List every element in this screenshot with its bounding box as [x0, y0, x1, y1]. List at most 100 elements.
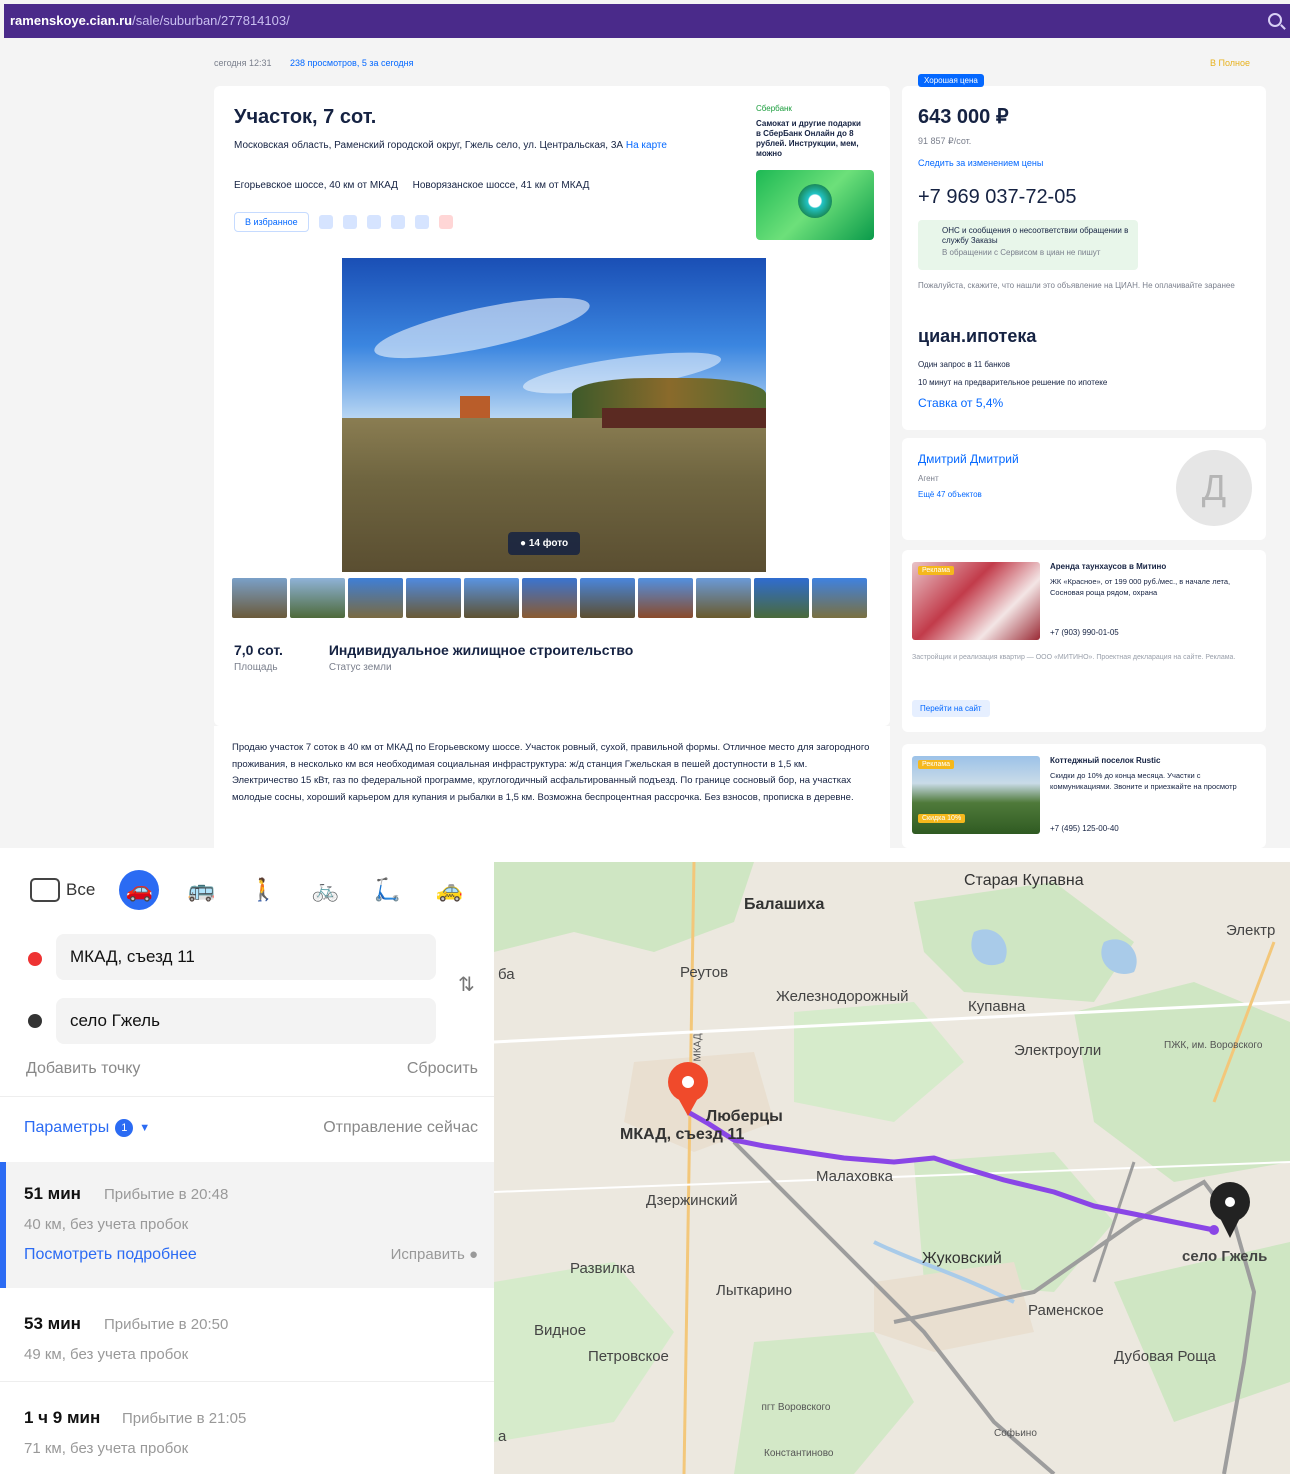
bank-ad-image	[756, 170, 874, 240]
compare-icon[interactable]	[390, 215, 405, 229]
route-option[interactable]: 1 ч 9 мин Прибытие в 21:05 71 км, без уч…	[0, 1386, 494, 1474]
route-time: 51 мин	[24, 1184, 81, 1203]
agent-card: Дмитрий Дмитрий Агент Ещё 47 объектов Д	[902, 438, 1266, 540]
share-icon[interactable]	[318, 215, 333, 229]
highway-2[interactable]: Новорязанское шоссе, 41 км от МКАД	[413, 180, 590, 191]
map-label: пгт Воровского	[761, 1402, 831, 1413]
listing-meta: сегодня 12:31 238 просмотров, 5 за сегод…	[214, 58, 413, 68]
phone-number[interactable]: +7 969 037-72-05	[918, 186, 1076, 209]
map-label: Электр	[1226, 922, 1276, 939]
map-link[interactable]: На карте	[626, 140, 667, 151]
bank-ad[interactable]: Сбербанк Самокат и другие подарки в Сбер…	[756, 104, 876, 240]
pin-icon[interactable]	[342, 215, 357, 229]
thumbnail[interactable]	[464, 578, 519, 618]
ad-legal: Застройщик и реализация квартир — ООО «М…	[912, 654, 1236, 661]
price-per-unit: 91 857 ₽/сот.	[918, 136, 972, 146]
taxi-icon[interactable]: 🚕	[429, 870, 469, 910]
route-end-input[interactable]: село Гжель	[56, 998, 436, 1044]
agent-name[interactable]: Дмитрий Дмитрий	[918, 452, 1019, 466]
departure-time[interactable]: Отправление сейчас	[323, 1119, 478, 1137]
thumbnail[interactable]	[754, 578, 809, 618]
map-label: ПЖК, им. Воровского	[1164, 1040, 1263, 1051]
ad-card[interactable]: Реклама Скидка 10% Коттеджный поселок Ru…	[902, 744, 1266, 848]
thumbnail[interactable]	[638, 578, 693, 618]
thumbnail[interactable]	[232, 578, 287, 618]
add-to-favorites-button[interactable]: В избранное	[234, 212, 309, 232]
hide-icon[interactable]	[414, 215, 429, 229]
bicycle-icon[interactable]: 🚲	[305, 870, 345, 910]
favorites-link[interactable]: В Полное	[1210, 58, 1250, 68]
mortgage-logo[interactable]: циан.ипотека	[918, 326, 1036, 347]
map-label: Люберцы	[706, 1108, 783, 1125]
route-details-link[interactable]: Посмотреть подробнее	[24, 1246, 197, 1264]
listing-title: Участок, 7 сот.	[234, 106, 377, 128]
route-distance: 49 км, без учета пробок	[24, 1346, 189, 1363]
map-label: ба	[498, 966, 515, 983]
mortgage-rate-link[interactable]: Ставка от 5,4%	[918, 396, 1003, 410]
mode-all[interactable]: Все	[30, 878, 95, 902]
chevron-down-icon: ▼	[139, 1122, 151, 1134]
ad-site-button[interactable]: Перейти на сайт	[912, 700, 990, 717]
ad-phone[interactable]: +7 (495) 125-00-40	[1050, 824, 1119, 833]
params-button[interactable]: Параметры 1 ▼	[24, 1119, 150, 1137]
swap-points-icon[interactable]: ⇅	[458, 972, 475, 997]
ad-phone[interactable]: +7 (903) 990-01-05	[1050, 628, 1119, 637]
watch-price-link[interactable]: Следить за изменением цены	[918, 158, 1043, 168]
agent-listings-link[interactable]: Ещё 47 объектов	[918, 490, 982, 499]
url-path: /sale/suburban/277814103/	[132, 13, 290, 28]
params-count-badge: 1	[115, 1119, 134, 1137]
contact-note: Пожалуйста, скажите, что нашли это объяв…	[918, 281, 1235, 290]
route-option[interactable]: 51 мин Прибытие в 20:48 40 км, без учета…	[0, 1162, 494, 1288]
add-point-button[interactable]: Добавить точку	[26, 1060, 140, 1078]
map-label: Дубовая Роща	[1114, 1348, 1216, 1365]
map-label: Развилка	[570, 1260, 635, 1277]
search-icon[interactable]	[1268, 13, 1282, 27]
area-value: 7,0 сот.	[234, 642, 283, 658]
route-arrival: Прибытие в 20:50	[104, 1316, 229, 1333]
download-icon[interactable]	[366, 215, 381, 229]
listing-screenshot: ramenskoye.cian.ru/sale/suburban/2778141…	[0, 0, 1290, 848]
highways: Егорьевское шоссе, 40 км от МКАД Новоряз…	[234, 180, 601, 191]
address-bar[interactable]: ramenskoye.cian.ru/sale/suburban/2778141…	[4, 4, 1290, 38]
thumbnail[interactable]	[580, 578, 635, 618]
thumbnail[interactable]	[406, 578, 461, 618]
land-status-label: Статус земли	[328, 662, 392, 673]
mode-all-label: Все	[66, 880, 96, 899]
route-time: 53 мин	[24, 1314, 81, 1333]
walk-icon[interactable]: 🚶	[243, 870, 283, 910]
scooter-icon[interactable]: 🛴	[367, 870, 407, 910]
highway-1[interactable]: Егорьевское шоссе, 40 км от МКАД	[234, 180, 398, 191]
route-start-input[interactable]: МКАД, съезд 11	[56, 934, 436, 980]
map-label: Софьино	[994, 1428, 1037, 1439]
map-label: Жуковский	[922, 1250, 1002, 1267]
car-icon[interactable]: 🚗	[119, 870, 160, 910]
thumbnail[interactable]	[812, 578, 867, 618]
thumbnail[interactable]	[348, 578, 403, 618]
listing-description: Продаю участок 7 соток в 40 км от МКАД п…	[214, 726, 890, 848]
map-label: Железнодорожный	[776, 988, 909, 1005]
report-error-link[interactable]: Исправить ●	[391, 1246, 478, 1263]
end-point-marker-icon	[28, 1014, 42, 1028]
thumbnail[interactable]	[290, 578, 345, 618]
avatar[interactable]: Д	[1176, 450, 1252, 526]
thumbnail[interactable]	[696, 578, 751, 618]
thumbnail[interactable]	[522, 578, 577, 618]
ad-text: ЖК «Красное», от 199 000 руб./мес., в на…	[1050, 577, 1231, 597]
main-photo[interactable]	[342, 258, 766, 572]
map-label: Старая Купавна	[964, 872, 1084, 889]
ad-card[interactable]: Реклама Аренда таунхаусов в Митино ЖК «К…	[902, 550, 1266, 732]
views-count[interactable]: 238 просмотров, 5 за сегодня	[290, 58, 413, 68]
ad-title: Коттеджный поселок Rustic	[1050, 756, 1161, 765]
complaint-icon[interactable]	[438, 215, 453, 229]
bus-icon[interactable]: 🚌	[181, 870, 221, 910]
route-distance: 71 км, без учета пробок	[24, 1440, 189, 1457]
good-price-badge: Хорошая цена	[918, 74, 984, 87]
route-map[interactable]: Старая Купавна Балашиха Электр ба Реутов…	[494, 862, 1290, 1474]
ad-text: Скидки до 10% до конца месяца. Участки с…	[1050, 771, 1237, 791]
route-option[interactable]: 53 мин Прибытие в 20:50 49 км, без учета…	[0, 1292, 494, 1382]
listing-facts: 7,0 сот. Площадь Индивидуальное жилищное…	[234, 642, 633, 673]
reset-button[interactable]: Сбросить	[407, 1060, 478, 1078]
map-label: Петровское	[588, 1348, 669, 1365]
photo-count-button[interactable]: ● 14 фото	[508, 532, 581, 555]
area-label: Площадь	[234, 662, 278, 673]
